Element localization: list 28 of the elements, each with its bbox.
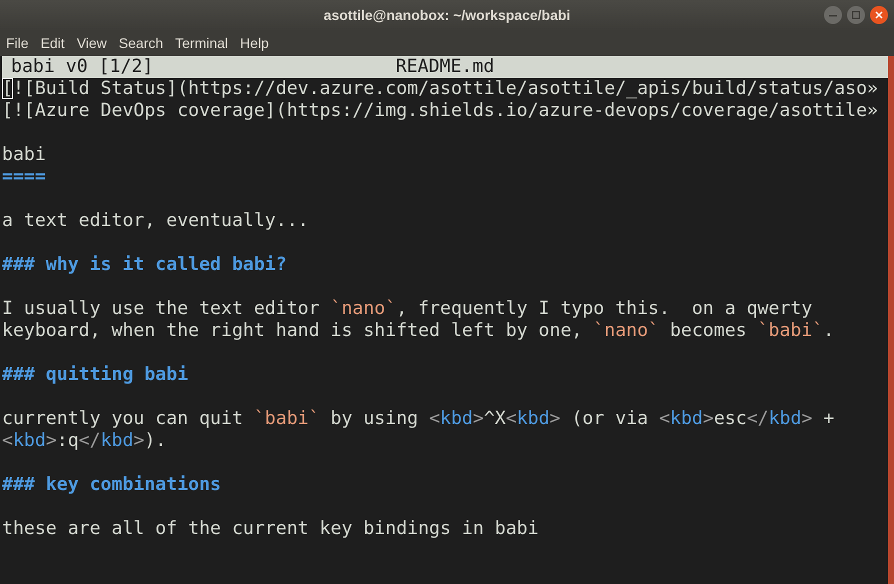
editor-line: babi xyxy=(2,144,46,165)
editor-line: [![Azure DevOps coverage](https://img.shields.io/azure-devops/coverage/asottile» xyxy=(2,100,878,121)
editor-line: ==== xyxy=(2,166,46,187)
editor-line: keyboard, when the right hand is shifted left by one, `nano` becomes `babi`. xyxy=(2,320,834,341)
editor-line: a text editor, eventually... xyxy=(2,210,309,231)
menu-item[interactable]: Help xyxy=(234,35,275,51)
file-name: README.md xyxy=(396,56,494,78)
menu-item[interactable]: File xyxy=(0,35,35,51)
editor-line: ### why is it called babi? xyxy=(2,254,287,275)
minimize-button[interactable] xyxy=(824,6,842,24)
window-title: asottile@nanobox: ~/workspace/babi xyxy=(324,7,570,23)
editor-line: [![Build Status](https://dev.azure.com/asottile/asottile/_apis/build/status/aso» xyxy=(2,78,878,99)
menu-item[interactable]: View xyxy=(70,35,113,51)
editor-line: ### quitting babi xyxy=(2,364,188,385)
editor-line: <kbd>:q</kbd>). xyxy=(2,430,166,451)
close-icon xyxy=(875,11,883,19)
menu-item[interactable]: Search xyxy=(112,35,170,51)
scrollbar[interactable] xyxy=(888,56,894,584)
maximize-button[interactable] xyxy=(847,6,865,24)
editor-line: I usually use the text editor `nano`, frequently I typo this. on a qwerty xyxy=(2,298,812,319)
close-button[interactable] xyxy=(870,6,888,24)
menu-item[interactable]: Edit xyxy=(34,35,71,51)
maximize-icon xyxy=(852,11,860,19)
editor-line: ### key combinations xyxy=(2,474,221,495)
menu-item[interactable]: Terminal xyxy=(169,35,234,51)
editor-line: currently you can quit `babi` by using <kbd>^X<kbd> (or via <kbd>esc</kbd> + xyxy=(2,408,834,429)
editor-line: these are all of the current key bindings in babi xyxy=(2,518,539,539)
editor-version: babi v0 [1/2] xyxy=(10,56,154,78)
